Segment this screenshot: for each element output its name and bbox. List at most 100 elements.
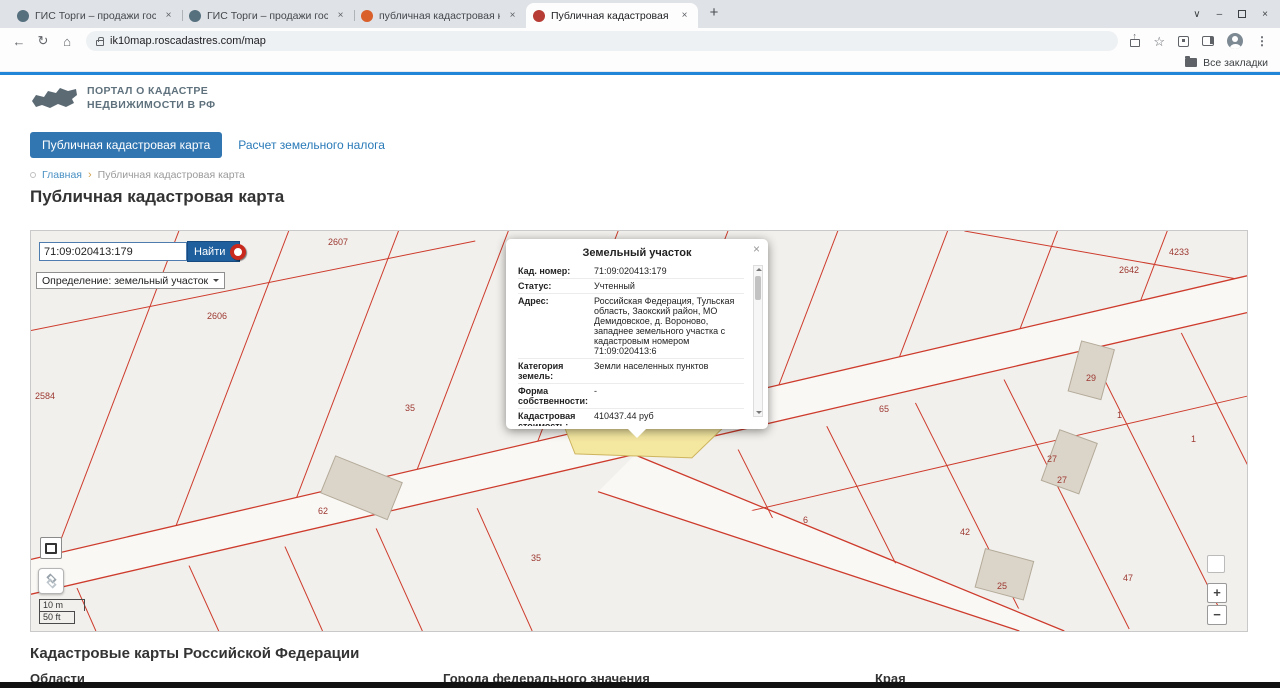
minimize-button[interactable]: –	[1217, 9, 1223, 20]
browser-tab-bar: ГИС Торги – продажи госуд × ГИС Торги – пр…	[0, 0, 1280, 28]
new-tab-button[interactable]: +	[702, 2, 726, 26]
parcel-label: 4233	[1169, 247, 1190, 257]
bookmark-star-icon[interactable]: ☆	[1153, 35, 1165, 48]
tab-favicon-icon	[189, 9, 201, 22]
chevron-down-icon[interactable]: ∨	[1193, 9, 1200, 20]
parcel-label: 25	[997, 581, 1008, 591]
popup-field-row: Форма собственности: -	[518, 383, 744, 408]
tab-title: Публичная кадастровая ка	[551, 9, 672, 22]
scroll-up-icon[interactable]	[755, 268, 762, 271]
profile-avatar[interactable]	[1227, 33, 1243, 49]
scroll-down-icon[interactable]	[755, 411, 762, 414]
popup-field-label: Кадастровая стоимость:	[518, 411, 576, 426]
popup-field-value: Земли населенных пунктов	[594, 361, 709, 371]
all-bookmarks-button[interactable]: Все закладки	[1203, 57, 1268, 69]
tab-close-icon[interactable]: ×	[506, 9, 519, 22]
popup-field-label: Категория земель:	[518, 361, 564, 381]
zoom-in-button[interactable]: +	[1207, 583, 1227, 603]
popup-field-row: Статус: Учтенный	[518, 278, 744, 293]
popup-field-label: Форма собственности:	[518, 386, 588, 406]
popup-field-row: Кад. номер: 71:09:020413:179	[518, 264, 744, 278]
browser-tab[interactable]: Публичная кадастровая ка ×	[526, 3, 698, 28]
zoom-out-button[interactable]: −	[1207, 605, 1227, 625]
map-scale: 10 m 50 ft	[39, 599, 85, 624]
logo-line-1: ПОРТАЛ О КАДАСТРЕ	[87, 85, 209, 97]
tab-close-icon[interactable]: ×	[678, 9, 691, 22]
parcel-label: 65	[879, 404, 890, 414]
site-logo[interactable]: ПОРТАЛ О КАДАСТРЕ НЕДВИЖИМОСТИ В РФ	[30, 84, 215, 112]
folder-icon	[1185, 56, 1198, 67]
lock-icon[interactable]	[96, 36, 104, 46]
breadcrumb-current: Публичная кадастровая карта	[97, 169, 245, 181]
tab-title: ГИС Торги – продажи госуд	[35, 9, 156, 22]
parcel-label: 6	[803, 515, 809, 525]
parcel-label: 2642	[1119, 265, 1140, 275]
scrollbar-thumb[interactable]	[755, 276, 761, 300]
tab-close-icon[interactable]: ×	[162, 9, 175, 22]
address-bar[interactable]: ik10map.roscadastres.com/map	[86, 31, 1119, 51]
pin-icon	[30, 172, 36, 178]
parcel-label: 2584	[35, 391, 56, 401]
share-icon[interactable]	[1130, 31, 1141, 47]
breadcrumb-home-link[interactable]: Главная	[42, 169, 82, 181]
page-content: ПОРТАЛ О КАДАСТРЕ НЕДВИЖИМОСТИ В РФ Публ…	[0, 75, 1280, 686]
popup-field-label: Адрес:	[518, 296, 549, 306]
parcel-label: 62	[318, 506, 329, 516]
url-text: ik10map.roscadastres.com/map	[110, 35, 266, 47]
search-input[interactable]	[39, 242, 187, 261]
breadcrumb-separator: ›	[87, 169, 92, 181]
reload-button[interactable]: ↻	[32, 33, 54, 49]
popup-field-value: 71:09:020413:179	[594, 266, 667, 276]
site-logo-text: ПОРТАЛ О КАДАСТРЕ НЕДВИЖИМОСТИ В РФ	[87, 84, 215, 112]
back-button[interactable]: ←	[8, 34, 30, 49]
popup-field-value: Учтенный	[594, 281, 635, 291]
breadcrumb: Главная › Публичная кадастровая карта	[30, 169, 245, 181]
map-viewport[interactable]: 2607 4233 2642 2606 2584 35 29 65 1 1 27 27 62 6 42 35 2…	[30, 230, 1248, 632]
home-button[interactable]: ⌂	[56, 34, 78, 49]
browser-tab[interactable]: ГИС Торги – продажи госуд ×	[182, 3, 354, 28]
popup-field-value: -	[594, 386, 597, 396]
parcel-label: 42	[960, 527, 971, 537]
popup-field-value: 410437.44 руб	[594, 411, 654, 421]
search-button[interactable]: Найти	[187, 241, 247, 262]
toolbar-actions: ☆ ⋮	[1126, 31, 1272, 49]
popup-field-label: Статус:	[518, 281, 552, 291]
tab-land-tax-calc[interactable]: Расчет земельного налога	[238, 138, 385, 152]
extensions-icon[interactable]	[1178, 35, 1189, 47]
scale-imperial: 50 ft	[39, 611, 75, 624]
close-window-button[interactable]: ×	[1262, 9, 1268, 20]
attribution-toggle-button[interactable]	[1207, 555, 1225, 573]
popup-field-label: Кад. номер:	[518, 266, 571, 276]
tab-favicon-icon	[17, 9, 29, 22]
tab-strip: ГИС Торги – продажи госуд × ГИС Торги – пр…	[10, 0, 698, 28]
parcel-label: 27	[1047, 454, 1058, 464]
tab-public-cadastral-map[interactable]: Публичная кадастровая карта	[30, 132, 223, 158]
popup-scrollbar[interactable]	[753, 265, 763, 417]
side-panel-icon[interactable]	[1202, 36, 1214, 46]
parcel-label: 1	[1117, 410, 1123, 420]
extent-button[interactable]	[40, 537, 62, 559]
parcel-label: 35	[531, 553, 542, 563]
map-search: Найти	[39, 241, 247, 262]
screen-icon	[45, 542, 57, 554]
scale-metric: 10 m	[39, 599, 85, 611]
layers-button[interactable]	[38, 568, 64, 594]
zoom-controls: + −	[1207, 583, 1227, 625]
browser-tab[interactable]: публичная кадастровая ка ×	[354, 3, 526, 28]
footer-heading: Кадастровые карты Российской Федерации	[30, 645, 360, 662]
parcel-label: 27	[1057, 475, 1068, 485]
object-type-select[interactable]: Определение: земельный участок	[36, 272, 226, 289]
maximize-button[interactable]	[1238, 10, 1247, 18]
popup-field-row: Кадастровая стоимость: 410437.44 руб	[518, 408, 744, 426]
popup-title: Земельный участок	[582, 247, 692, 259]
close-icon[interactable]: ×	[753, 242, 760, 256]
browser-tab[interactable]: ГИС Торги – продажи госуд ×	[10, 3, 182, 28]
parcel-label: 2607	[328, 237, 349, 247]
site-nav: Публичная кадастровая карта Расчет земел…	[30, 132, 385, 158]
menu-dots-icon[interactable]: ⋮	[1256, 34, 1268, 48]
tab-close-icon[interactable]: ×	[334, 9, 347, 22]
parcel-label: 35	[405, 403, 416, 413]
popup-field-value: Российская Федерация, Тульская область, …	[594, 296, 735, 356]
window-controls: ∨ – ×	[1193, 0, 1268, 28]
tab-favicon-icon	[533, 9, 545, 22]
